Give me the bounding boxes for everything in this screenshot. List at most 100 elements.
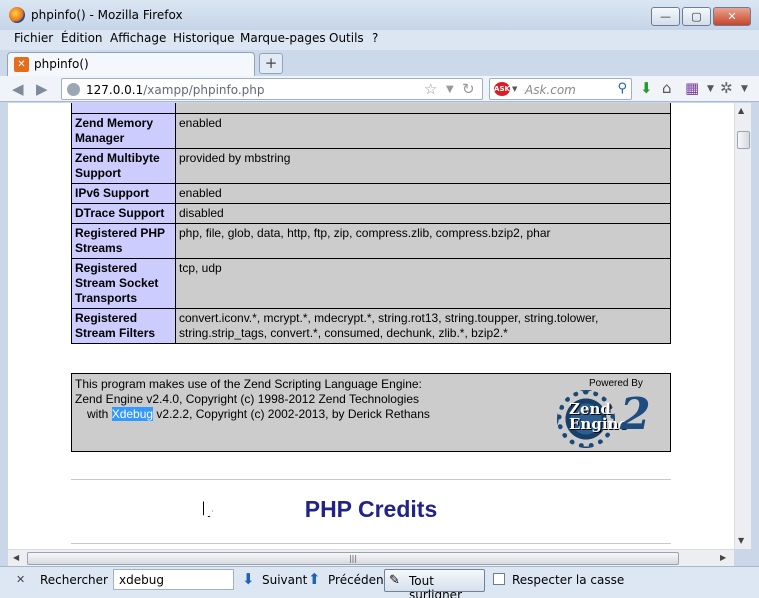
menu-edition[interactable]: Édition [61, 31, 103, 45]
find-next-button[interactable]: Suivant [262, 573, 307, 587]
table-row: Zend Memory Manager enabled [71, 113, 671, 149]
search-match-highlight: Xdebug [111, 407, 154, 421]
menu-fichier[interactable]: Fichier [14, 31, 53, 45]
highlight-all-button[interactable]: ✎ Tout surligner [384, 569, 485, 598]
forward-arrow-icon[interactable]: ▶ [36, 80, 48, 98]
table-value: php, file, glob, data, http, ftp, zip, c… [175, 223, 671, 259]
zend-line-2: Zend Engine v2.4.0, Copyright (c) 1998-2… [75, 392, 419, 406]
zend-logo-number: 2 [620, 389, 651, 440]
table-key: Zend Memory Manager [71, 113, 176, 149]
minimize-button[interactable]: — [651, 7, 680, 26]
find-bar: ✕ Rechercher : ⬇ Suivant ⬆ Précédent ✎ T… [0, 566, 759, 598]
match-case-label[interactable]: Respecter la casse [512, 573, 624, 587]
menu-historique[interactable]: Historique [173, 31, 235, 45]
table-row: IPv6 Support enabled [71, 183, 671, 204]
table-row: Registered Stream Socket Transports tcp, … [71, 258, 671, 309]
vertical-scroll-thumb[interactable] [737, 131, 750, 149]
table-row: DTrace Support disabled [71, 203, 671, 224]
previous-arrow-icon[interactable]: ⬆ [308, 570, 321, 588]
table-key: Registered Stream Filters [71, 308, 176, 344]
horizontal-rule [71, 543, 671, 544]
scroll-down-arrow-icon[interactable]: ▼ [738, 536, 744, 545]
window-title: phpinfo() - Mozilla Firefox [31, 8, 183, 22]
horizontal-scrollbar[interactable]: ◀ ||| ▶ [8, 549, 734, 566]
firefox-logo-icon [9, 7, 25, 23]
find-previous-button[interactable]: Précédent [328, 573, 388, 587]
scroll-right-arrow-icon[interactable]: ▶ [720, 553, 726, 562]
globe-icon [67, 83, 80, 96]
table-row: Registered Stream Filters convert.iconv.*… [71, 308, 671, 344]
home-icon[interactable]: ⌂ [662, 79, 672, 97]
table-row [71, 103, 671, 114]
horizontal-rule [71, 479, 671, 480]
table-key: IPv6 Support [71, 183, 176, 204]
window-frame-right [751, 103, 759, 566]
scroll-up-arrow-icon[interactable]: ▲ [738, 106, 744, 115]
table-value: enabled [175, 183, 671, 204]
url-text: 127.0.0.1/xampp/phpinfo.php [86, 83, 265, 97]
menu-affichage[interactable]: Affichage [110, 31, 166, 45]
back-arrow-icon[interactable]: ◀ [12, 80, 24, 98]
search-magnifier-icon[interactable]: ⚲ [617, 81, 627, 96]
menu-bar: Fichier Édition Affichage Historique Mar… [0, 30, 759, 50]
new-tab-button[interactable]: + [259, 53, 283, 74]
engine-dropdown-icon[interactable]: ▼ [512, 85, 517, 93]
addon-dropdown-icon[interactable]: ▼ [741, 84, 748, 94]
table-key: DTrace Support [71, 203, 176, 224]
search-placeholder: Ask.com [525, 83, 576, 97]
zend-info-text: This program makes use of the Zend Scrip… [75, 377, 430, 422]
find-input[interactable] [113, 569, 234, 590]
table-row: Zend Multibyte Support provided by mbstri… [71, 148, 671, 184]
horizontal-scroll-thumb[interactable]: ||| [27, 552, 679, 565]
table-key: Registered Stream Socket Transports [71, 258, 176, 309]
table-value: disabled [175, 203, 671, 224]
table-value: provided by mbstring [175, 148, 671, 184]
apps-grid-icon[interactable]: ▦ [685, 79, 699, 97]
zend-line-3-prefix: with [87, 407, 112, 421]
zend-engine-box: This program makes use of the Zend Scrip… [71, 373, 671, 452]
addon-gear-icon[interactable]: ✲ [720, 79, 733, 97]
search-bar[interactable]: ASK ▼ Ask.com ⚲ [489, 78, 632, 100]
highlight-all-label: Tout surligner [409, 574, 462, 598]
table-row: Registered PHP Streams php, file, glob, d… [71, 223, 671, 259]
url-bar[interactable]: 127.0.0.1/xampp/phpinfo.php ☆ ▼ ↻ [61, 78, 483, 100]
find-close-icon[interactable]: ✕ [16, 573, 25, 586]
xampp-favicon-icon: ✕ [14, 57, 29, 72]
close-window-button[interactable]: ✕ [713, 7, 751, 26]
phpinfo-table: Zend Memory Manager enabled Zend Multibyt… [71, 103, 671, 344]
window-frame-left [0, 103, 8, 566]
history-dropdown-icon[interactable]: ▼ [446, 84, 454, 95]
bookmark-star-icon[interactable]: ☆ [424, 80, 437, 98]
table-key: Registered PHP Streams [71, 223, 176, 259]
navigation-bar: ◀ ▶ 127.0.0.1/xampp/phpinfo.php ☆ ▼ ↻ AS… [0, 76, 759, 102]
tab-strip: ✕ phpinfo() + [0, 50, 759, 76]
table-key [71, 103, 176, 114]
table-value: convert.iconv.*, mcrypt.*, mdecrypt.*, s… [175, 308, 671, 344]
maximize-button[interactable]: ▢ [682, 7, 711, 26]
php-credits-heading: PHP Credits [304, 496, 438, 522]
zend-line-3: with Xdebug v2.2.2, Copyright (c) 2002-2… [75, 407, 430, 422]
highlighter-pen-icon: ✎ [389, 573, 400, 588]
title-bar: phpinfo() - Mozilla Firefox — ▢ ✕ [0, 0, 759, 30]
table-key: Zend Multibyte Support [71, 148, 176, 184]
tab-label: phpinfo() [34, 57, 89, 71]
menu-marque-pages[interactable]: Marque-pages [240, 31, 326, 45]
next-arrow-icon[interactable]: ⬇ [242, 570, 255, 588]
page-viewport: Zend Memory Manager enabled Zend Multibyt… [8, 103, 734, 549]
table-value [175, 103, 671, 114]
scroll-left-arrow-icon[interactable]: ◀ [13, 553, 19, 562]
menu-help[interactable]: ? [372, 31, 378, 45]
reload-icon[interactable]: ↻ [462, 80, 475, 98]
tab-phpinfo[interactable]: ✕ phpinfo() [7, 52, 255, 76]
menu-outils[interactable]: Outils [329, 31, 364, 45]
table-value: enabled [175, 113, 671, 149]
vertical-scrollbar[interactable]: ▲ ▼ [734, 103, 751, 549]
apps-dropdown-icon[interactable]: ▼ [707, 84, 714, 94]
download-arrow-icon[interactable]: ⬇ [640, 79, 653, 97]
ask-logo-icon[interactable]: ASK [494, 82, 510, 96]
match-case-checkbox[interactable] [493, 573, 505, 585]
zend-line-3-suffix: v2.2.2, Copyright (c) 2002-2013, by Deri… [153, 407, 430, 421]
url-path: /xampp/phpinfo.php [143, 83, 265, 97]
zend-line-1: This program makes use of the Zend Scrip… [75, 377, 422, 391]
url-host: 127.0.0.1 [86, 83, 144, 97]
